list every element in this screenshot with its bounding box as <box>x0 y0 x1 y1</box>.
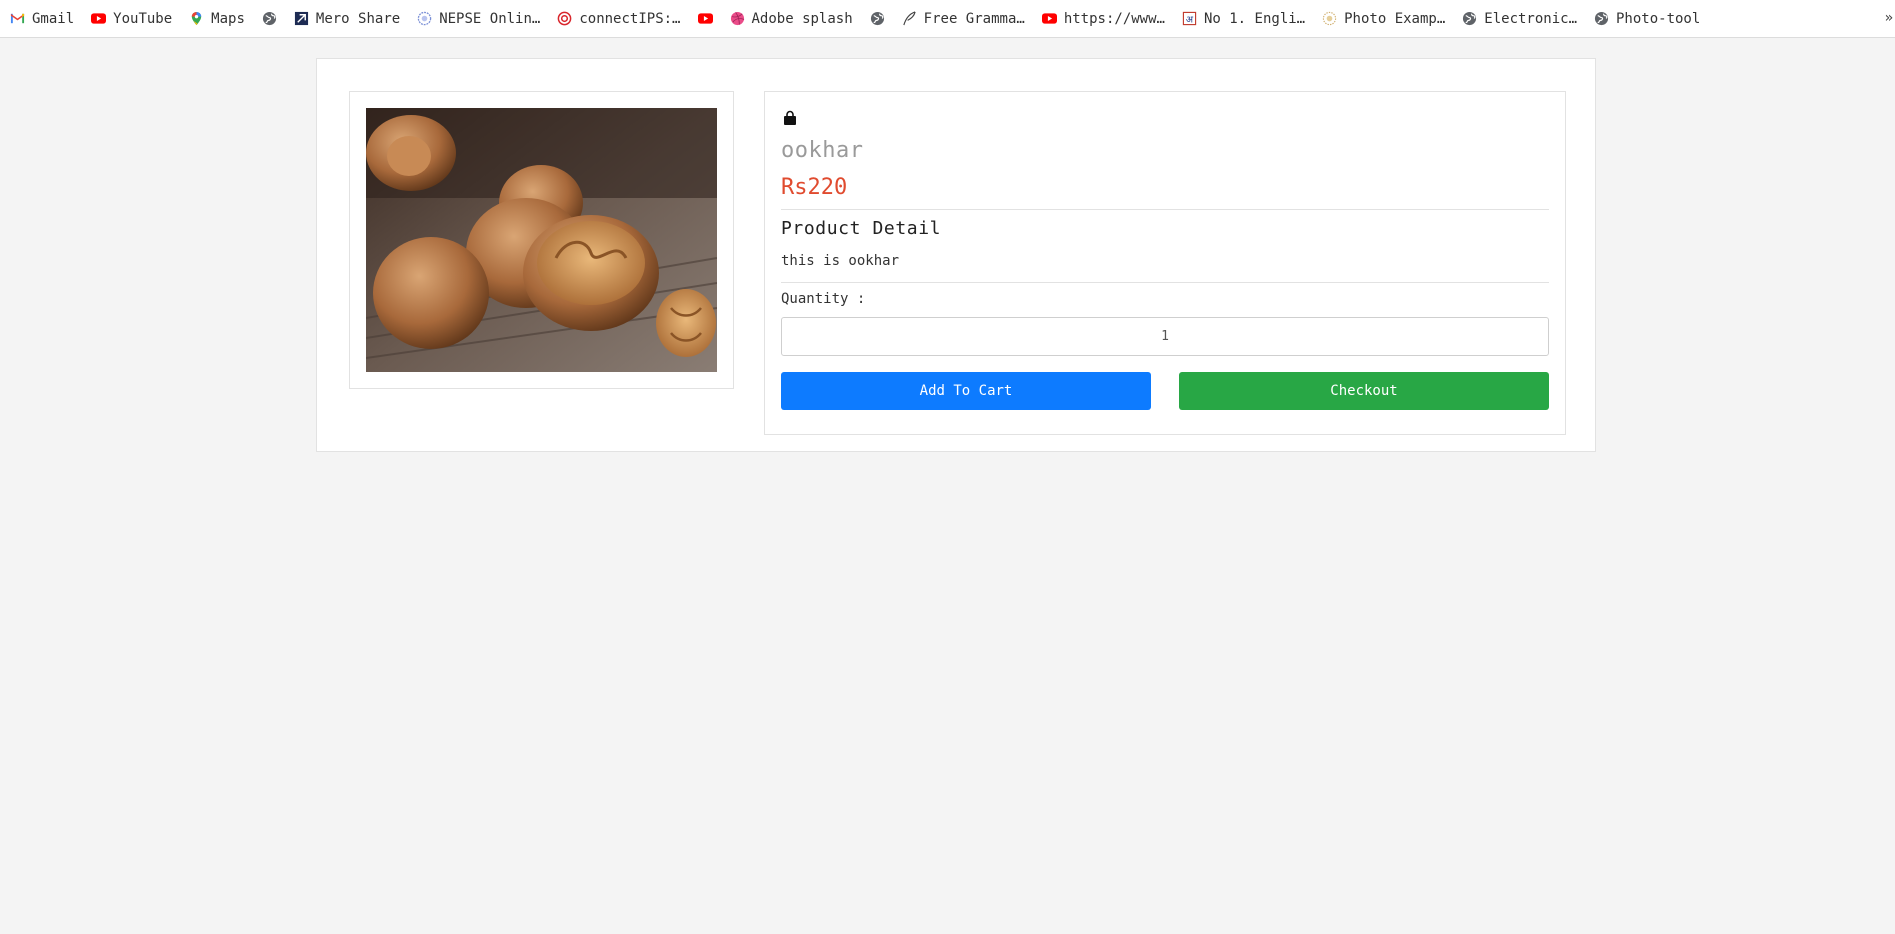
bookmark-label: Adobe splash <box>751 10 853 27</box>
bookmark-label: Photo Examp… <box>1344 10 1446 27</box>
svg-text:अ: अ <box>1186 14 1194 25</box>
bookmark-https[interactable]: https://www… <box>1041 10 1165 27</box>
bookmark-free-grammar[interactable]: Free Gramma… <box>902 11 1025 27</box>
maps-pin-icon <box>189 11 204 26</box>
sun-icon <box>1322 11 1337 26</box>
bookmark-connectips[interactable]: connectIPS:… <box>557 10 681 27</box>
checkout-button[interactable]: Checkout <box>1179 372 1549 410</box>
product-description: this is ookhar <box>781 253 900 269</box>
bookmark-label: NEPSE Onlin… <box>439 10 541 27</box>
product-image-frame <box>349 91 734 389</box>
bookmark-label: YouTube <box>113 10 173 27</box>
dribbble-icon <box>730 11 745 26</box>
youtube-icon <box>91 11 107 26</box>
youtube-icon <box>697 11 713 26</box>
divider <box>781 282 1549 283</box>
product-name: ookhar <box>781 138 864 163</box>
bookmark-youtube[interactable]: YouTube <box>91 11 172 27</box>
walnuts-photo <box>366 108 717 372</box>
mero-share-icon <box>294 11 309 26</box>
globe-icon <box>1462 11 1477 26</box>
bookmark-label: Maps <box>211 10 245 27</box>
dictionary-icon: अ <box>1182 11 1197 26</box>
bookmarks-overflow-button[interactable]: » <box>1885 10 1893 26</box>
globe-icon <box>1594 11 1609 26</box>
bookmark-nepse[interactable]: NEPSE Onlin… <box>417 11 540 27</box>
bookmark-label: Gmail <box>32 10 75 27</box>
add-to-cart-button[interactable]: Add To Cart <box>781 372 1151 410</box>
bookmark-photo-example[interactable]: Photo Examp… <box>1322 11 1445 27</box>
quantity-label: Quantity : <box>781 291 866 307</box>
bookmark-gmail[interactable]: Gmail <box>10 11 74 27</box>
quill-icon <box>902 11 917 26</box>
bookmark-globe-2[interactable] <box>870 11 885 26</box>
divider <box>781 209 1549 210</box>
shopping-bag-icon <box>782 110 798 126</box>
bookmark-label: No 1. Engli… <box>1203 10 1306 27</box>
quantity-input[interactable] <box>781 317 1549 356</box>
bookmarks-bar: Gmail YouTube Maps Mero Share NEPSE Onli… <box>0 0 1895 38</box>
bookmark-maps[interactable]: Maps <box>189 11 245 27</box>
bookmark-label: Electronic… <box>1484 10 1577 27</box>
globe-icon <box>870 11 885 26</box>
bookmark-label: https://www… <box>1063 10 1165 27</box>
product-detail-panel: ookhar Rs220 Product Detail this is ookh… <box>764 91 1566 435</box>
product-price: Rs220 <box>781 175 848 200</box>
bookmark-globe-1[interactable] <box>262 11 277 26</box>
bookmark-youtube-2[interactable] <box>697 11 713 26</box>
youtube-icon <box>1041 11 1057 26</box>
bookmark-label: Photo-tool <box>1616 10 1701 27</box>
connectips-icon <box>557 11 572 26</box>
product-card: ookhar Rs220 Product Detail this is ookh… <box>316 58 1596 452</box>
product-detail-heading: Product Detail <box>781 218 942 239</box>
bookmark-label: Free Gramma… <box>923 10 1025 27</box>
bookmark-english[interactable]: अ No 1. Engli… <box>1182 11 1305 27</box>
globe-icon <box>262 11 277 26</box>
bookmark-mero-share[interactable]: Mero Share <box>294 11 400 27</box>
bookmark-electronic[interactable]: Electronic… <box>1462 11 1577 27</box>
bookmark-label: Mero Share <box>315 10 401 27</box>
bookmark-label: connectIPS:… <box>579 10 681 27</box>
bookmark-photo-tool[interactable]: Photo-tool <box>1594 11 1700 27</box>
nepse-icon <box>417 11 432 26</box>
gmail-icon <box>10 11 25 26</box>
bookmark-adobe-splash[interactable]: Adobe splash <box>730 11 853 27</box>
